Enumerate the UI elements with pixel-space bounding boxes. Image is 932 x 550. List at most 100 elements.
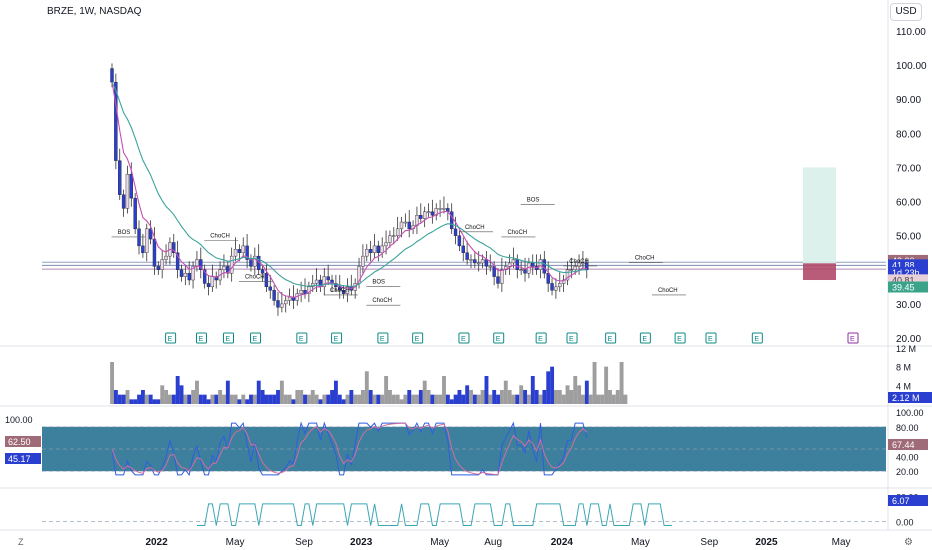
candle-body — [156, 266, 161, 270]
price-label-low: 39.45 — [892, 283, 915, 293]
volume-bar — [534, 390, 539, 404]
earnings-marker-label: E — [496, 336, 501, 343]
time-tick-label: Sep — [700, 537, 718, 548]
volume-bar — [395, 394, 400, 404]
volume-bar — [210, 394, 215, 404]
volume-bar — [260, 390, 265, 404]
volume-tick-label: 12 M — [896, 344, 916, 354]
volume-bar — [306, 394, 311, 404]
candle-body — [392, 235, 396, 237]
volume-bar — [341, 399, 346, 404]
candle-body — [554, 286, 558, 291]
volume-bar — [198, 394, 203, 404]
candle-body — [380, 245, 384, 253]
earnings-marker-label: E — [334, 336, 339, 343]
stochastic-tick-label: 40.00 — [896, 452, 919, 462]
volume-bar — [407, 390, 412, 404]
volume-bar — [372, 394, 377, 404]
time-tick-label: 2024 — [551, 537, 574, 548]
earnings-marker-label: E — [380, 336, 385, 343]
volume-bar — [183, 394, 188, 404]
volume-bar — [557, 390, 562, 404]
volume-bar — [565, 385, 570, 404]
candle-body — [361, 255, 365, 267]
volume-bar — [596, 394, 601, 404]
volume-bar — [581, 394, 585, 404]
earnings-marker: E — [674, 332, 686, 344]
price-tick-label: 30.00 — [896, 300, 921, 311]
price-tick-label: 90.00 — [896, 95, 921, 106]
earnings-marker: E — [250, 332, 262, 344]
structure-label: ChoCH — [507, 230, 527, 236]
candle-body — [438, 208, 442, 210]
candle-body — [542, 259, 547, 274]
time-tick-label: May — [430, 537, 449, 548]
volume-bar — [469, 390, 473, 404]
structure-label: ChoCH — [245, 274, 265, 280]
candle-body — [531, 262, 535, 267]
time-tick-label: May — [832, 537, 851, 548]
oscillator-current-label: 6.07 — [892, 496, 910, 506]
volume-bar — [164, 390, 169, 404]
candle-body — [477, 262, 481, 265]
structure-label: BOS — [527, 198, 540, 204]
volume-bar — [249, 394, 253, 404]
candle-body — [511, 259, 516, 264]
volume-bar — [156, 399, 161, 404]
candle-body — [187, 272, 191, 281]
volume-bar — [160, 385, 165, 404]
volume-bar — [426, 390, 431, 404]
candle-body — [457, 235, 462, 247]
currency-button[interactable]: USD — [890, 3, 922, 21]
earnings-marker-label: E — [754, 336, 759, 343]
chart-canvas[interactable]: BRZE, 1W, NASDAQ 110.00 100.00 90.00 80.00 70… — [0, 0, 932, 550]
candle-body — [253, 255, 257, 267]
candle-body — [160, 259, 164, 270]
time-tick-label: 2022 — [145, 537, 168, 548]
earnings-marker-label: E — [677, 336, 682, 343]
candle-body — [426, 211, 431, 213]
time-tick-label: Sep — [295, 537, 313, 548]
candle-body — [314, 279, 319, 284]
volume-bar — [129, 399, 134, 404]
symbol-title: BRZE, 1W, NASDAQ — [47, 6, 142, 17]
earnings-marker: E — [751, 332, 763, 344]
candle-body — [422, 211, 427, 219]
volume-bar — [368, 390, 373, 404]
long-profit-zone — [803, 167, 836, 264]
candle-body — [515, 259, 519, 270]
volume-bar — [222, 394, 226, 404]
candle-body — [276, 300, 280, 308]
volume-bar — [511, 394, 516, 404]
volume-bar — [148, 394, 153, 404]
volume-bar — [252, 394, 257, 404]
settings-icon: ⚙ — [904, 537, 913, 548]
candle-body — [145, 228, 149, 253]
volume-bar — [140, 390, 145, 404]
earnings-marker-label: E — [642, 336, 647, 343]
candle-body — [519, 269, 523, 271]
candle-body — [299, 290, 303, 294]
volume-bar — [604, 366, 609, 404]
volume-bar — [353, 394, 358, 404]
volume-bar — [376, 394, 381, 404]
candle-body — [210, 276, 215, 288]
earnings-marker: E — [705, 332, 717, 344]
earnings-marker-label: E — [226, 336, 231, 343]
volume-bar — [418, 390, 423, 404]
time-tick-label: May — [226, 537, 245, 548]
volume-bar — [445, 394, 450, 404]
volume-bar — [361, 390, 365, 404]
candle-body — [403, 221, 408, 224]
volume-bar — [272, 394, 277, 404]
candle-body — [473, 259, 477, 264]
volume-bar — [125, 390, 130, 404]
earnings-marker: E — [535, 332, 547, 344]
volume-bar — [195, 380, 199, 404]
candle-body — [125, 174, 130, 209]
candle-body — [384, 242, 388, 247]
candle-body — [233, 249, 238, 257]
candle-body — [141, 245, 145, 253]
candle-body — [573, 266, 577, 270]
volume-bar — [623, 394, 628, 404]
